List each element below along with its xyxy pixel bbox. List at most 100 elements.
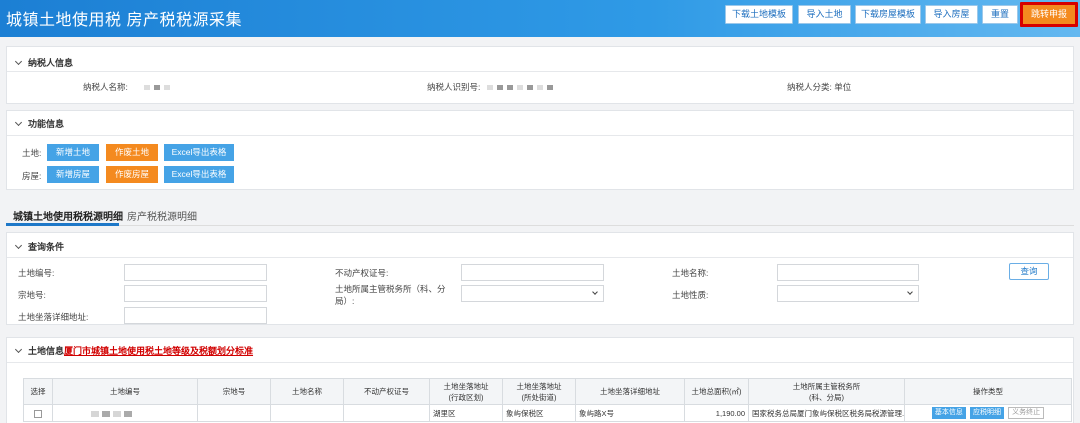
basic-info-button[interactable]: 基本信息 bbox=[931, 407, 966, 419]
chevron-down-icon bbox=[14, 241, 23, 250]
redacted-value bbox=[506, 85, 513, 91]
row-select-cell bbox=[23, 404, 53, 422]
property-cert-label: 不动产权证号: bbox=[335, 268, 389, 278]
row-parcel-no bbox=[197, 404, 271, 422]
redacted-value bbox=[144, 85, 151, 91]
address-detail-input[interactable] bbox=[124, 307, 267, 324]
row-actions: 基本信息 应税明细 义务终止 bbox=[904, 404, 1072, 422]
void-land-button[interactable]: 作废土地 bbox=[106, 144, 158, 161]
house-label: 房屋: bbox=[22, 171, 42, 181]
chevron-down-icon bbox=[14, 57, 23, 66]
row-address: 象屿路X号 bbox=[575, 404, 685, 422]
active-tab-indicator bbox=[6, 223, 119, 226]
table-header-row: 选择 土地编号 宗地号 土地名称 不动产权证号 土地坐落地址 (行政区划) 土地坐… bbox=[23, 378, 1072, 405]
land-nature-label: 土地性质: bbox=[672, 290, 709, 300]
row-district: 湖里区 bbox=[429, 404, 503, 422]
col-land-name: 土地名称 bbox=[270, 378, 344, 405]
redacted-value bbox=[536, 85, 543, 91]
address-detail-label: 土地坐落详细地址: bbox=[18, 312, 89, 322]
page-title: 城镇土地使用税 房产税税源采集 bbox=[6, 12, 242, 29]
row-area: 1,190.00 bbox=[684, 404, 749, 422]
taxpayer-id-field: 纳税人识别号: bbox=[427, 81, 553, 93]
land-info-header[interactable]: 土地信息厦门市城镇土地使用税土地等级及税额划分标准 bbox=[14, 344, 253, 357]
tab-property-tax-detail[interactable]: 房产税税源明细 bbox=[127, 208, 197, 223]
tax-office-label-line2: 局）: bbox=[335, 296, 355, 306]
redacted-value bbox=[546, 85, 553, 91]
col-area: 土地总面积(㎡) bbox=[684, 378, 749, 405]
taxpayer-category-value: 单位 bbox=[834, 82, 852, 92]
row-street: 象屿保税区 bbox=[502, 404, 576, 422]
redacted-value bbox=[526, 85, 533, 91]
chevron-down-icon bbox=[592, 289, 598, 295]
redacted-value bbox=[124, 410, 132, 417]
tax-standard-link[interactable]: 厦门市城镇土地使用税土地等级及税额划分标准 bbox=[64, 346, 253, 356]
table-row: 湖里区 象屿保税区 象屿路X号 1,190.00 国家税务总局厦门象屿保税区税务… bbox=[23, 404, 1072, 422]
function-info-panel: 功能信息 土地: 新增土地 作废土地 Excel导出表格 房屋: 新增房屋 作废… bbox=[6, 110, 1074, 190]
import-house-button[interactable]: 导入房屋 bbox=[925, 5, 978, 24]
redacted-value bbox=[486, 85, 493, 91]
parcel-no-input[interactable] bbox=[124, 285, 267, 302]
col-street: 土地坐落地址 (所处街道) bbox=[502, 378, 576, 405]
row-tax-office: 国家税务总局厦门象屿保税区税务局税源管理... bbox=[748, 404, 905, 422]
tab-land-tax-detail[interactable]: 城镇土地使用税税源明细 bbox=[13, 208, 123, 223]
export-land-excel-button[interactable]: Excel导出表格 bbox=[164, 144, 234, 161]
taxable-detail-button[interactable]: 应税明细 bbox=[970, 407, 1004, 419]
redacted-value bbox=[102, 410, 110, 417]
redacted-value bbox=[91, 410, 99, 417]
row-land-no bbox=[52, 404, 198, 422]
row-checkbox[interactable] bbox=[34, 409, 42, 418]
goto-declare-button[interactable]: 跳转申报 bbox=[1020, 2, 1078, 27]
col-tax-office: 土地所属主管税务所 (科、分局) bbox=[748, 378, 905, 405]
section-title: 土地信息 bbox=[28, 346, 65, 356]
redacted-value bbox=[496, 85, 503, 91]
chevron-down-icon bbox=[14, 345, 23, 354]
col-land-no: 土地编号 bbox=[52, 378, 198, 405]
col-parcel-no: 宗地号 bbox=[197, 378, 271, 405]
query-header[interactable]: 查询条件 bbox=[14, 240, 64, 253]
import-land-button[interactable]: 导入土地 bbox=[798, 5, 851, 24]
redacted-value bbox=[113, 410, 121, 417]
col-address: 土地坐落详细地址 bbox=[575, 378, 685, 405]
col-actions: 操作类型 bbox=[904, 378, 1072, 405]
tax-office-select[interactable] bbox=[461, 285, 604, 302]
tab-divider bbox=[6, 225, 1074, 226]
reset-button[interactable]: 重置 bbox=[982, 5, 1018, 24]
app-header: 城镇土地使用税 房产税税源采集 下载土地模板 导入土地 下载房屋模板 导入房屋 … bbox=[0, 0, 1080, 37]
col-district: 土地坐落地址 (行政区划) bbox=[429, 378, 503, 405]
search-button[interactable]: 查询 bbox=[1009, 263, 1049, 280]
parcel-no-label: 宗地号: bbox=[18, 290, 46, 300]
col-select: 选择 bbox=[23, 378, 53, 405]
download-land-template-button[interactable]: 下载土地模板 bbox=[725, 5, 793, 24]
property-cert-input[interactable] bbox=[461, 264, 604, 281]
taxpayer-category-label: 纳税人分类: bbox=[787, 82, 832, 92]
taxpayer-info-header[interactable]: 纳税人信息 bbox=[14, 56, 74, 69]
land-no-input[interactable] bbox=[124, 264, 267, 281]
redacted-value bbox=[154, 85, 161, 91]
chevron-down-icon bbox=[907, 289, 913, 295]
col-property-cert: 不动产权证号 bbox=[343, 378, 430, 405]
land-name-input[interactable] bbox=[777, 264, 919, 281]
row-property-cert bbox=[343, 404, 430, 422]
query-panel: 查询条件 土地编号: 不动产权证号: 土地名称: 查询 宗地号: 土地所属主管税… bbox=[6, 232, 1074, 325]
redacted-value bbox=[164, 85, 171, 91]
row-land-name bbox=[270, 404, 344, 422]
tax-office-label-line1: 土地所属主管税务所（科、分 bbox=[335, 284, 446, 294]
land-label: 土地: bbox=[22, 148, 42, 158]
add-land-button[interactable]: 新增土地 bbox=[47, 144, 99, 161]
land-nature-select[interactable] bbox=[777, 285, 919, 302]
land-no-label: 土地编号: bbox=[18, 268, 55, 278]
land-table: 选择 土地编号 宗地号 土地名称 不动产权证号 土地坐落地址 (行政区划) 土地坐… bbox=[23, 378, 1072, 422]
land-name-label: 土地名称: bbox=[672, 268, 709, 278]
taxpayer-name-field: 纳税人名称: bbox=[83, 81, 171, 93]
add-house-button[interactable]: 新增房屋 bbox=[47, 166, 99, 183]
taxpayer-category-field: 纳税人分类: 单位 bbox=[787, 81, 851, 93]
export-house-excel-button[interactable]: Excel导出表格 bbox=[164, 166, 234, 183]
taxpayer-name-label: 纳税人名称: bbox=[83, 82, 128, 92]
section-title: 纳税人信息 bbox=[28, 58, 74, 68]
void-house-button[interactable]: 作废房屋 bbox=[106, 166, 158, 183]
terminate-obligation-button[interactable]: 义务终止 bbox=[1008, 407, 1045, 419]
download-house-template-button[interactable]: 下载房屋模板 bbox=[855, 5, 921, 24]
function-info-header[interactable]: 功能信息 bbox=[14, 117, 65, 130]
taxpayer-info-panel: 纳税人信息 纳税人名称: 纳税人识别号: 纳税人分类: 单位 bbox=[6, 46, 1074, 104]
section-title: 功能信息 bbox=[28, 119, 65, 129]
